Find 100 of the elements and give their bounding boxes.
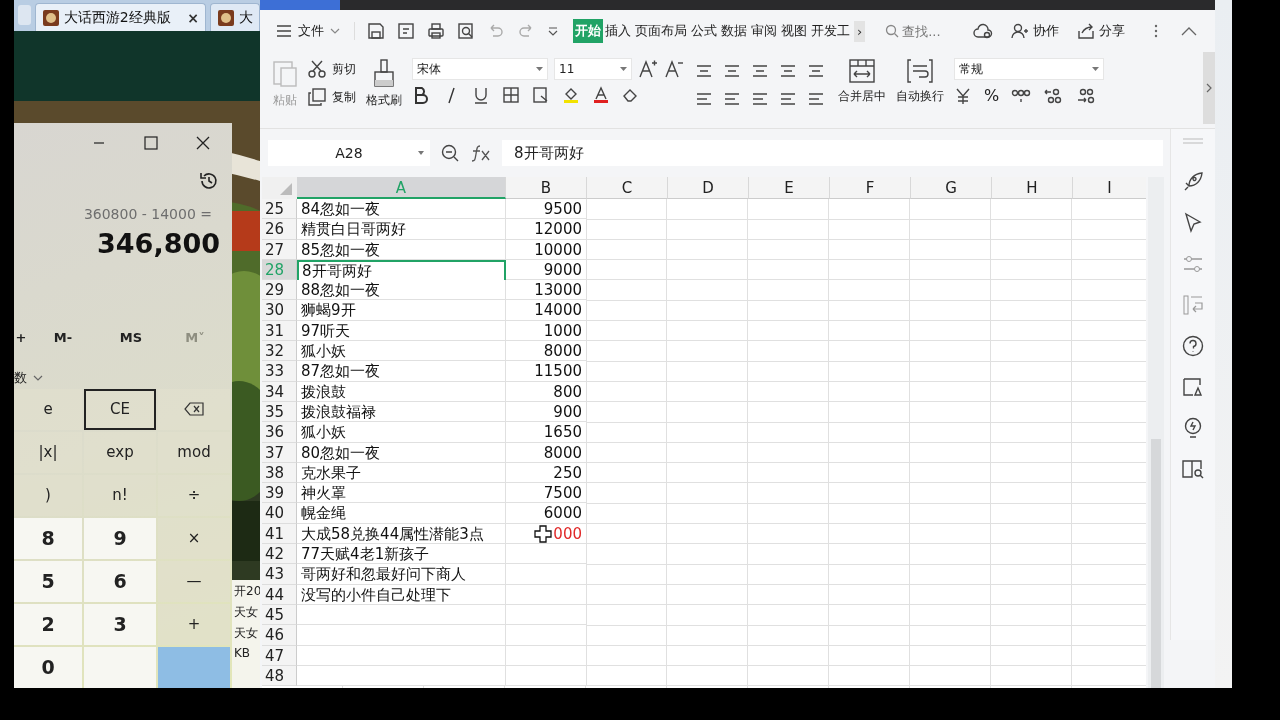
row-header[interactable]: 42 — [262, 544, 297, 565]
ribbon-tab[interactable]: 视图 — [779, 19, 809, 43]
align-middle-icon[interactable] — [722, 62, 742, 80]
currency-icon[interactable] — [954, 86, 972, 105]
collapse-icon[interactable] — [1181, 26, 1198, 36]
row-header[interactable]: 35 — [262, 401, 297, 423]
row-header[interactable]: 48 — [262, 665, 297, 687]
format-painter-button[interactable]: 格式刷 — [366, 52, 402, 109]
memory-button[interactable]: MS — [98, 329, 164, 345]
align-left-icon[interactable] — [694, 90, 714, 108]
justify-icon[interactable] — [778, 90, 798, 108]
memory-button[interactable]: M- — [28, 329, 98, 345]
column-header[interactable]: B — [506, 177, 587, 199]
key-button[interactable]: exp — [84, 432, 156, 473]
key-button[interactable]: 6 — [84, 561, 156, 602]
column-header[interactable]: F — [830, 177, 911, 199]
column-header[interactable]: D — [668, 177, 749, 199]
chevron-down-icon[interactable] — [33, 375, 43, 382]
key-button[interactable]: CE — [84, 389, 156, 430]
file-menu[interactable]: 文件 — [276, 22, 340, 40]
key-button[interactable]: 3 — [84, 604, 156, 645]
column-header[interactable]: G — [911, 177, 992, 199]
more-icon[interactable] — [1153, 23, 1160, 39]
row-header[interactable]: 34 — [262, 381, 297, 402]
row-header[interactable]: 47 — [262, 645, 297, 666]
key-button[interactable]: ) — [14, 475, 82, 516]
cloud-icon[interactable] — [973, 23, 994, 39]
browser-tab[interactable]: 大 — [210, 3, 260, 31]
key-button[interactable]: 5 — [14, 561, 82, 602]
row-header[interactable]: 45 — [262, 604, 297, 626]
key-button[interactable]: n! — [84, 475, 156, 516]
ribbon-tab[interactable]: 开发工 — [809, 19, 852, 43]
search-field[interactable]: 查找... — [885, 23, 956, 39]
ribbon-tab[interactable]: 插入 — [603, 19, 633, 43]
formula-field[interactable]: 8开哥两好 — [502, 140, 1163, 166]
memory-button[interactable]: + — [14, 329, 28, 345]
align-right-icon[interactable] — [750, 90, 770, 108]
key-button[interactable]: mod — [158, 432, 230, 473]
font-color-icon[interactable] — [592, 86, 610, 104]
number-format-select[interactable]: 常规 — [954, 58, 1104, 80]
font-size-select[interactable]: 11 — [554, 58, 632, 80]
column-header[interactable]: I — [1073, 177, 1147, 199]
row-header[interactable]: 37 — [262, 442, 297, 463]
save-icon[interactable] — [367, 22, 385, 40]
increase-decimal-icon[interactable] — [1043, 86, 1064, 105]
merge-center-button[interactable]: 合并居中 — [838, 52, 886, 105]
fill-color-icon[interactable] — [562, 86, 580, 104]
row-header[interactable]: 29 — [262, 280, 297, 301]
print-icon[interactable] — [427, 22, 445, 40]
close-button[interactable]: × — [187, 9, 199, 26]
row-header[interactable]: 30 — [262, 300, 297, 321]
row-header[interactable]: 25 — [262, 199, 297, 220]
shrink-font-icon[interactable] — [664, 59, 684, 79]
key-button[interactable]: — — [158, 561, 230, 602]
row-header[interactable]: 27 — [262, 239, 297, 260]
align-top-icon[interactable] — [694, 62, 714, 80]
font-select[interactable]: 宋体 — [412, 58, 548, 80]
backspace-button[interactable] — [158, 389, 230, 430]
vertical-scrollbar[interactable] — [1148, 177, 1165, 688]
row-header[interactable]: 43 — [262, 564, 297, 585]
row-header[interactable]: 33 — [262, 361, 297, 382]
book-search-icon[interactable] — [1181, 457, 1206, 481]
function-menu[interactable]: 数 — [14, 369, 27, 388]
name-box[interactable]: A28 — [268, 140, 430, 166]
row-header[interactable]: 41 — [262, 523, 297, 545]
row-header[interactable]: 26 — [262, 219, 297, 240]
row-header[interactable]: 39 — [262, 483, 297, 504]
increase-indent-icon[interactable] — [806, 62, 826, 80]
column-header[interactable]: H — [992, 177, 1073, 199]
ribbon-tab[interactable]: 页面布局 — [633, 19, 689, 43]
decrease-decimal-icon[interactable] — [1075, 86, 1096, 105]
browser-tab[interactable]: 大话西游2经典版 × — [34, 3, 206, 31]
wrap-text-button[interactable]: 自动换行 — [896, 52, 944, 105]
align-center-icon[interactable] — [722, 90, 742, 108]
key-button[interactable]: 9 — [84, 518, 156, 559]
column-header[interactable]: C — [587, 177, 668, 199]
export-icon[interactable] — [397, 22, 415, 40]
align-bottom-icon[interactable] — [750, 62, 770, 80]
border-icon[interactable] — [502, 86, 520, 104]
copy-button[interactable]: 复制 — [308, 88, 356, 106]
help-icon[interactable] — [1181, 334, 1206, 358]
cell-style-icon[interactable] — [532, 86, 550, 104]
fx-icon[interactable] — [470, 143, 492, 163]
ribbon-tab[interactable]: 数据 — [719, 19, 749, 43]
row-header[interactable]: 44 — [262, 584, 297, 605]
cut-button[interactable]: 剪切 — [308, 60, 356, 78]
share-button[interactable]: 分享 — [1077, 22, 1126, 40]
row-header[interactable]: 32 — [262, 341, 297, 362]
column-header[interactable]: E — [749, 177, 830, 199]
collaborate-button[interactable]: 协作 — [1011, 22, 1060, 40]
row-header[interactable]: 31 — [262, 320, 297, 342]
decrease-indent-icon[interactable] — [778, 62, 798, 80]
percent-button[interactable]: % — [984, 86, 1000, 105]
bold-icon[interactable] — [412, 86, 430, 104]
row-header[interactable]: 46 — [262, 625, 297, 646]
more-tabs-button[interactable]: › — [854, 20, 866, 42]
key-button[interactable]: 8 — [14, 518, 82, 559]
key-button[interactable]: 0 — [14, 647, 82, 688]
key-button[interactable]: |x| — [14, 432, 82, 473]
print-preview-icon[interactable] — [457, 22, 475, 40]
